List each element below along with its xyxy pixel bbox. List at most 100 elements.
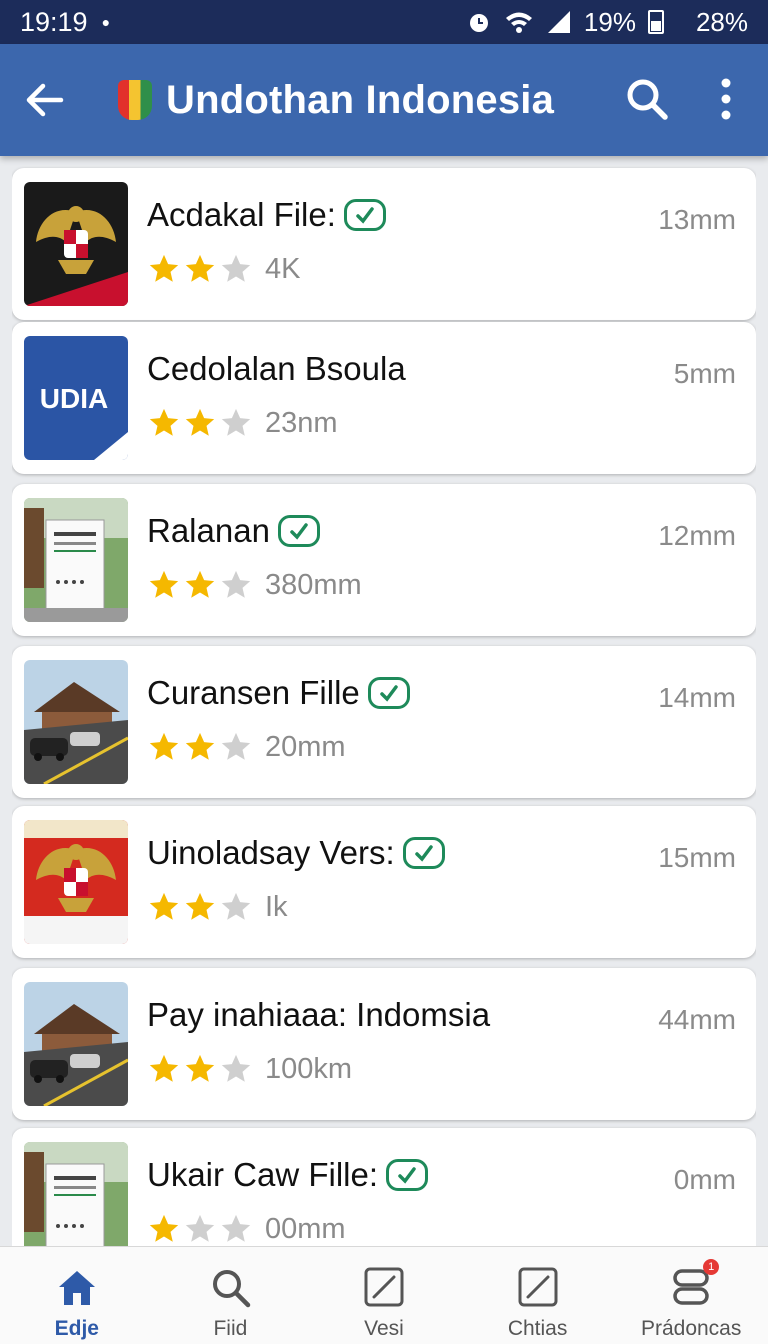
item-meta-row: 20mm xyxy=(147,730,346,764)
notification-dot: ● xyxy=(101,14,111,30)
item-title-row: Ralanan xyxy=(147,512,320,550)
rating-stars xyxy=(147,1052,253,1086)
star-filled-icon xyxy=(185,408,215,436)
star-filled-icon xyxy=(185,570,215,598)
list-item[interactable]: Uinoladsay Vers: 15mm Ik xyxy=(12,806,756,958)
wifi-icon xyxy=(505,12,532,33)
item-title-row: Curansen Fille xyxy=(147,674,410,712)
nav-item-chtias[interactable]: Chtias xyxy=(461,1247,615,1344)
item-meta-row: 100km xyxy=(147,1052,352,1086)
nav-label: Edje xyxy=(54,1317,99,1340)
star-empty-icon xyxy=(221,408,251,436)
list-item[interactable]: Ukair Caw Fille: 0mm 00mm xyxy=(12,1128,756,1246)
notification-badge: 1 xyxy=(703,1259,720,1275)
star-empty-icon xyxy=(221,254,251,282)
list-item[interactable]: Curansen Fille 14mm 20mm xyxy=(12,646,756,798)
item-time: 0mm xyxy=(673,1164,736,1195)
item-time: 15mm xyxy=(658,842,736,873)
item-meta-row: Ik xyxy=(147,890,288,924)
signal-icon xyxy=(547,11,570,33)
item-meta: 380mm xyxy=(265,568,362,601)
item-title-row: Ukair Caw Fille: xyxy=(147,1156,429,1194)
nav-item-vesi[interactable]: Vesi xyxy=(307,1247,461,1344)
list-item[interactable]: Pay inahiaaa: Indomsia 44mm 100km xyxy=(12,968,756,1120)
item-meta: Ik xyxy=(265,890,288,923)
battery-percent: 19% xyxy=(583,6,636,37)
list-item[interactable]: Acdakal File: 13mm 4K xyxy=(12,168,756,320)
star-filled-icon xyxy=(185,892,215,920)
verified-icon xyxy=(386,1159,429,1191)
nav-item-edje[interactable]: Edje xyxy=(0,1247,154,1344)
rating-stars xyxy=(147,568,253,602)
item-title: Curansen Fille xyxy=(147,674,360,711)
item-title: Uinoladsay Vers: xyxy=(147,834,395,871)
item-title: Ralanan xyxy=(147,512,270,549)
verified-icon xyxy=(367,677,410,709)
star-empty-icon xyxy=(221,1054,251,1082)
rating-stars xyxy=(147,730,253,764)
app-logo-icon xyxy=(118,80,152,120)
star-empty-icon xyxy=(221,732,251,760)
star-filled-icon xyxy=(149,254,179,282)
item-title: Acdakal File: xyxy=(147,196,336,233)
search-icon[interactable] xyxy=(622,74,672,124)
item-meta: 00mm xyxy=(265,1212,346,1245)
search-icon xyxy=(208,1265,252,1309)
item-time: 5mm xyxy=(673,358,736,389)
svg-text:UDIA: UDIA xyxy=(40,383,108,414)
app-title-group: Undothan Indonesia xyxy=(118,78,554,123)
item-meta-row: 4K xyxy=(147,252,300,286)
star-filled-icon xyxy=(185,732,215,760)
verified-icon xyxy=(277,515,320,547)
list-item[interactable]: Ralanan 12mm 380mm xyxy=(12,484,756,636)
thumbnail-image xyxy=(24,498,128,622)
item-meta-row: 380mm xyxy=(147,568,362,602)
bottom-nav: Edje Fiid Vesi Chtias 1 Prádoncas xyxy=(0,1246,768,1344)
app-bar: Undothan Indonesia xyxy=(0,44,768,156)
nav-label: Vesi xyxy=(364,1317,404,1340)
more-options-icon[interactable] xyxy=(706,74,746,124)
thumbnail-image xyxy=(24,982,128,1106)
list-item[interactable]: UDIA Cedolalan Bsoula 5mm 23nm xyxy=(12,322,756,474)
nav-label: Prádoncas xyxy=(640,1317,742,1340)
item-meta: 20mm xyxy=(265,730,346,763)
star-filled-icon xyxy=(149,408,179,436)
verified-icon xyxy=(402,837,445,869)
back-button[interactable] xyxy=(0,44,90,156)
thumbnail-image xyxy=(24,182,128,306)
rating-stars xyxy=(147,1212,253,1246)
star-filled-icon xyxy=(185,1054,215,1082)
item-time: 14mm xyxy=(658,682,736,713)
star-filled-icon xyxy=(149,570,179,598)
nav-item-prádoncas[interactable]: 1 Prádoncas xyxy=(614,1247,768,1344)
status-extra: 28% xyxy=(695,6,748,37)
item-title: Pay inahiaaa: Indomsia xyxy=(147,996,491,1033)
thumbnail-image: UDIA xyxy=(24,336,128,460)
thumbnail-image xyxy=(24,820,128,944)
star-filled-icon xyxy=(149,892,179,920)
star-empty-icon xyxy=(221,892,251,920)
verified-icon xyxy=(343,199,386,231)
status-time: 19:19 xyxy=(20,6,88,37)
rating-stars xyxy=(147,406,253,440)
status-bar: 19:19 ● 19% 28% xyxy=(0,0,768,44)
rating-stars xyxy=(147,890,253,924)
star-filled-icon xyxy=(149,1054,179,1082)
layers-icon: 1 xyxy=(669,1259,720,1309)
star-empty-icon xyxy=(221,1214,251,1242)
rating-stars xyxy=(147,252,253,286)
item-title-row: Acdakal File: xyxy=(147,196,386,234)
item-time: 13mm xyxy=(658,204,736,235)
star-empty-icon xyxy=(221,570,251,598)
thumbnail-image xyxy=(24,660,128,784)
item-meta: 23nm xyxy=(265,406,338,439)
alarm-icon xyxy=(469,14,488,32)
home-icon xyxy=(55,1265,99,1309)
star-filled-icon xyxy=(149,1214,179,1242)
item-meta-row: 00mm xyxy=(147,1212,346,1246)
item-meta: 4K xyxy=(265,252,301,285)
star-filled-icon xyxy=(149,732,179,760)
edit-icon xyxy=(516,1265,560,1309)
edit-icon xyxy=(362,1265,406,1309)
nav-item-fiid[interactable]: Fiid xyxy=(154,1247,308,1344)
